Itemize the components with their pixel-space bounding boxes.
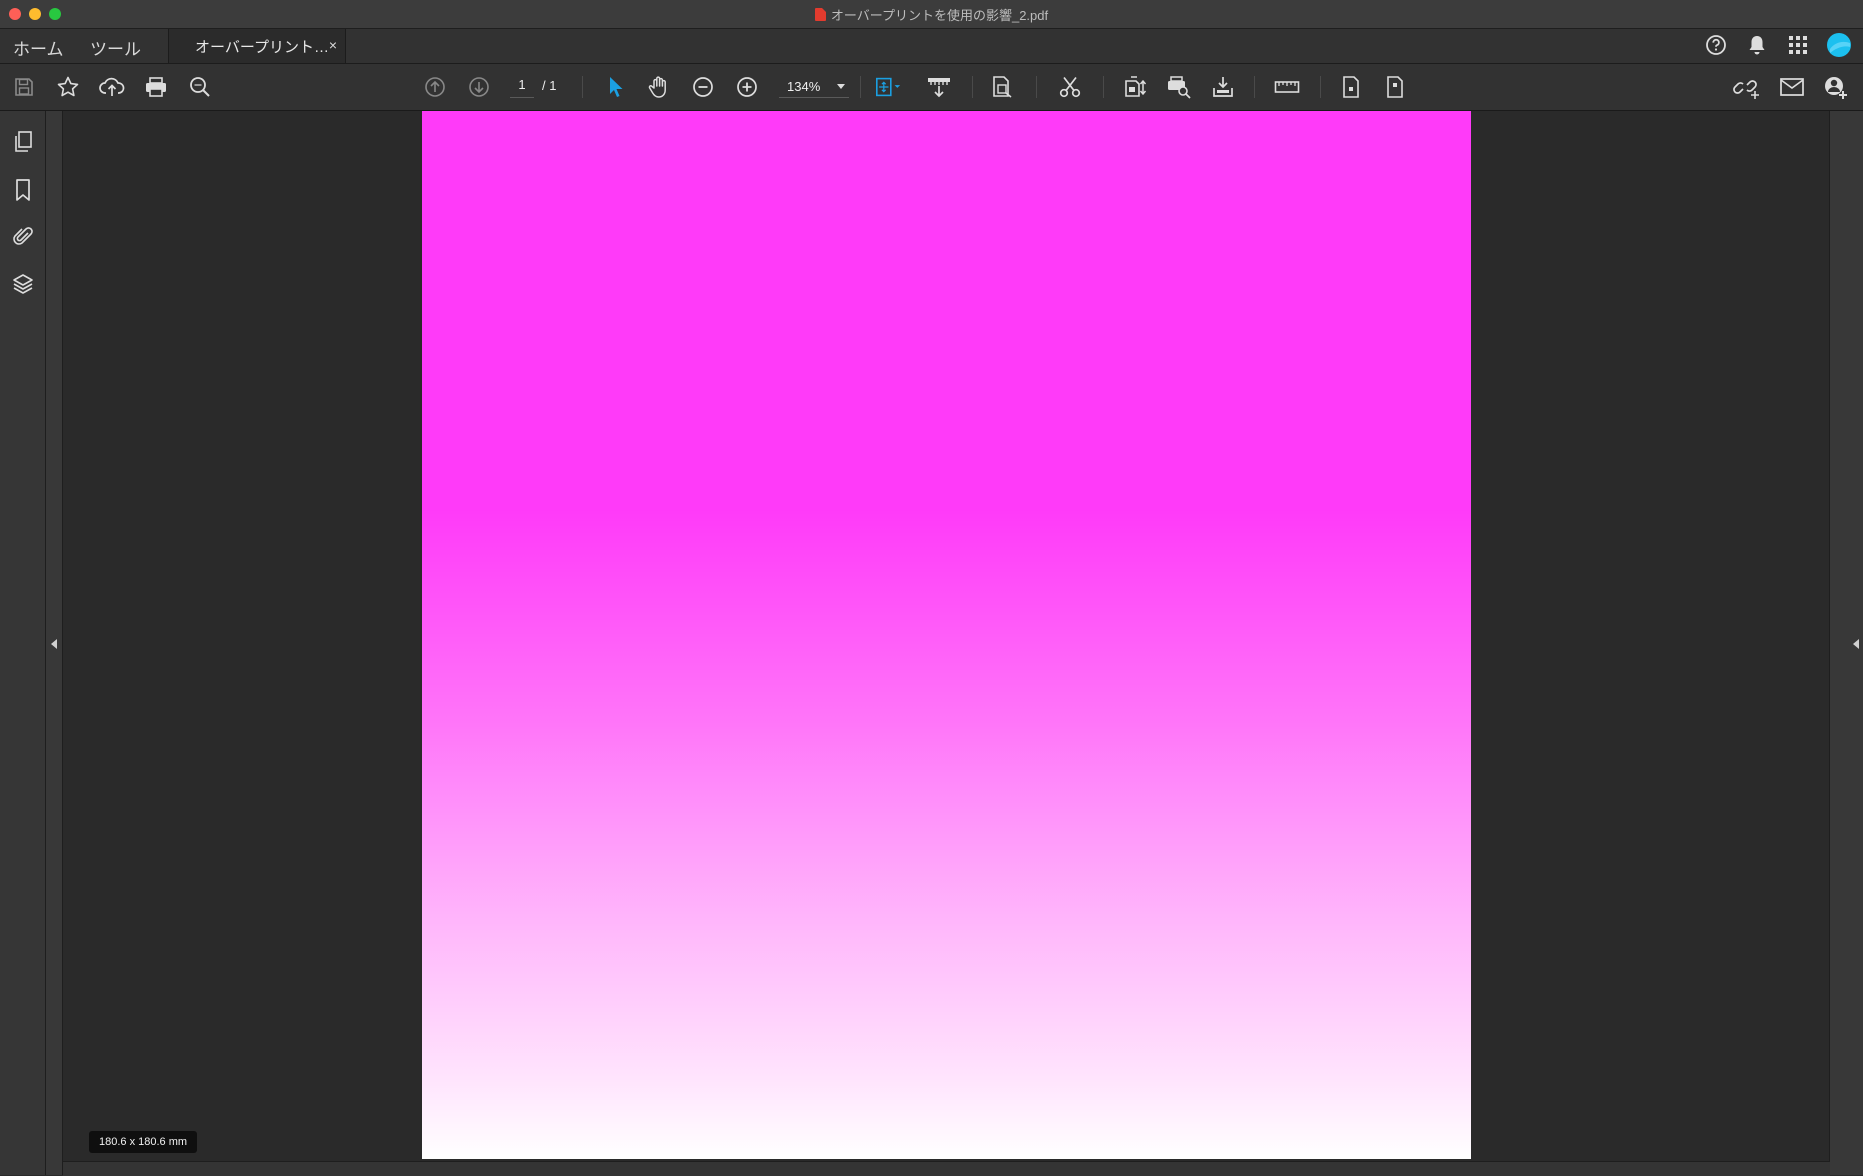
- save-icon[interactable]: [10, 73, 38, 101]
- account-controls: [1702, 31, 1853, 59]
- page-total: / 1: [542, 78, 557, 93]
- page-a-icon[interactable]: [1337, 73, 1365, 101]
- add-user-icon[interactable]: [1822, 73, 1850, 101]
- zoom-in-icon[interactable]: [733, 73, 761, 101]
- print-preview-icon[interactable]: [1165, 73, 1193, 101]
- attachment-icon[interactable]: [9, 222, 37, 250]
- export-icon[interactable]: [1209, 73, 1237, 101]
- window-titlebar: オーバープリントを使用の影響_2.pdf: [0, 0, 1863, 29]
- bookmark-icon[interactable]: [9, 176, 37, 204]
- toolbar-divider: [860, 76, 861, 98]
- apps-grid-icon[interactable]: [1784, 31, 1812, 59]
- help-icon[interactable]: [1702, 31, 1730, 59]
- tab-bar: ホーム ツール オーバープリント… ×: [0, 29, 1863, 64]
- page-b-icon[interactable]: [1381, 73, 1409, 101]
- minimize-window-button[interactable]: [29, 8, 41, 20]
- nav-home[interactable]: ホーム: [13, 35, 64, 60]
- share-link-icon[interactable]: [1733, 73, 1761, 101]
- main-toolbar: 1 / 1 134%: [0, 64, 1863, 111]
- maximize-window-button[interactable]: [49, 8, 61, 20]
- pdf-file-icon: [814, 7, 826, 21]
- left-nav-rail: [0, 111, 46, 1175]
- select-arrow-icon[interactable]: [601, 73, 629, 101]
- document-tab[interactable]: オーバープリント… ×: [168, 29, 346, 63]
- ruler-icon[interactable]: [1273, 73, 1301, 101]
- hand-icon[interactable]: [645, 73, 673, 101]
- collapse-left-panel-icon[interactable]: [51, 639, 57, 649]
- pages-icon[interactable]: [9, 128, 37, 156]
- close-window-button[interactable]: [9, 8, 21, 20]
- mail-icon[interactable]: [1778, 73, 1806, 101]
- zoom-value: 134%: [787, 79, 821, 94]
- zoom-select[interactable]: 134%: [779, 76, 849, 98]
- page-up-icon[interactable]: [421, 73, 449, 101]
- chevron-down-icon: [837, 84, 845, 89]
- tab-close-button[interactable]: ×: [329, 37, 337, 53]
- upload-cloud-icon[interactable]: [98, 73, 126, 101]
- layers-icon[interactable]: [9, 270, 37, 298]
- pdf-page: [422, 111, 1471, 1159]
- print-icon[interactable]: [142, 73, 170, 101]
- nav-tools[interactable]: ツール: [90, 35, 141, 60]
- window-title-text: オーバープリントを使用の影響_2.pdf: [830, 7, 1049, 23]
- toolbar-divider: [582, 76, 583, 98]
- toolbar-divider: [1320, 76, 1321, 98]
- page-size-badge: 180.6 x 180.6 mm: [89, 1131, 198, 1153]
- document-tab-label: オーバープリント…: [195, 38, 329, 56]
- right-panel-collapse-strip: [1829, 111, 1863, 1175]
- zoom-out-icon[interactable]: [689, 73, 717, 101]
- page-down-icon[interactable]: [465, 73, 493, 101]
- bell-icon[interactable]: [1743, 31, 1771, 59]
- window-title: オーバープリントを使用の影響_2.pdf: [814, 5, 1049, 24]
- horizontal-scrollbar[interactable]: [63, 1161, 1830, 1176]
- document-viewport[interactable]: [63, 111, 1830, 1161]
- replace-page-icon[interactable]: [1122, 73, 1150, 101]
- star-icon[interactable]: [54, 73, 82, 101]
- toolbar-divider: [1036, 76, 1037, 98]
- toolbar-divider: [972, 76, 973, 98]
- page-tool-icon[interactable]: [988, 73, 1016, 101]
- left-panel-collapse-strip: [46, 111, 63, 1175]
- fit-page-icon[interactable]: [874, 73, 902, 101]
- toolbar-divider: [1103, 76, 1104, 98]
- scissors-icon[interactable]: [1056, 73, 1084, 101]
- avatar-icon[interactable]: [1825, 31, 1853, 59]
- scroll-mode-icon[interactable]: [925, 73, 953, 101]
- page-number-input[interactable]: 1: [510, 77, 534, 98]
- window-controls: [9, 8, 61, 20]
- expand-right-panel-icon[interactable]: [1853, 639, 1859, 649]
- search-icon[interactable]: [186, 73, 214, 101]
- toolbar-divider: [1254, 76, 1255, 98]
